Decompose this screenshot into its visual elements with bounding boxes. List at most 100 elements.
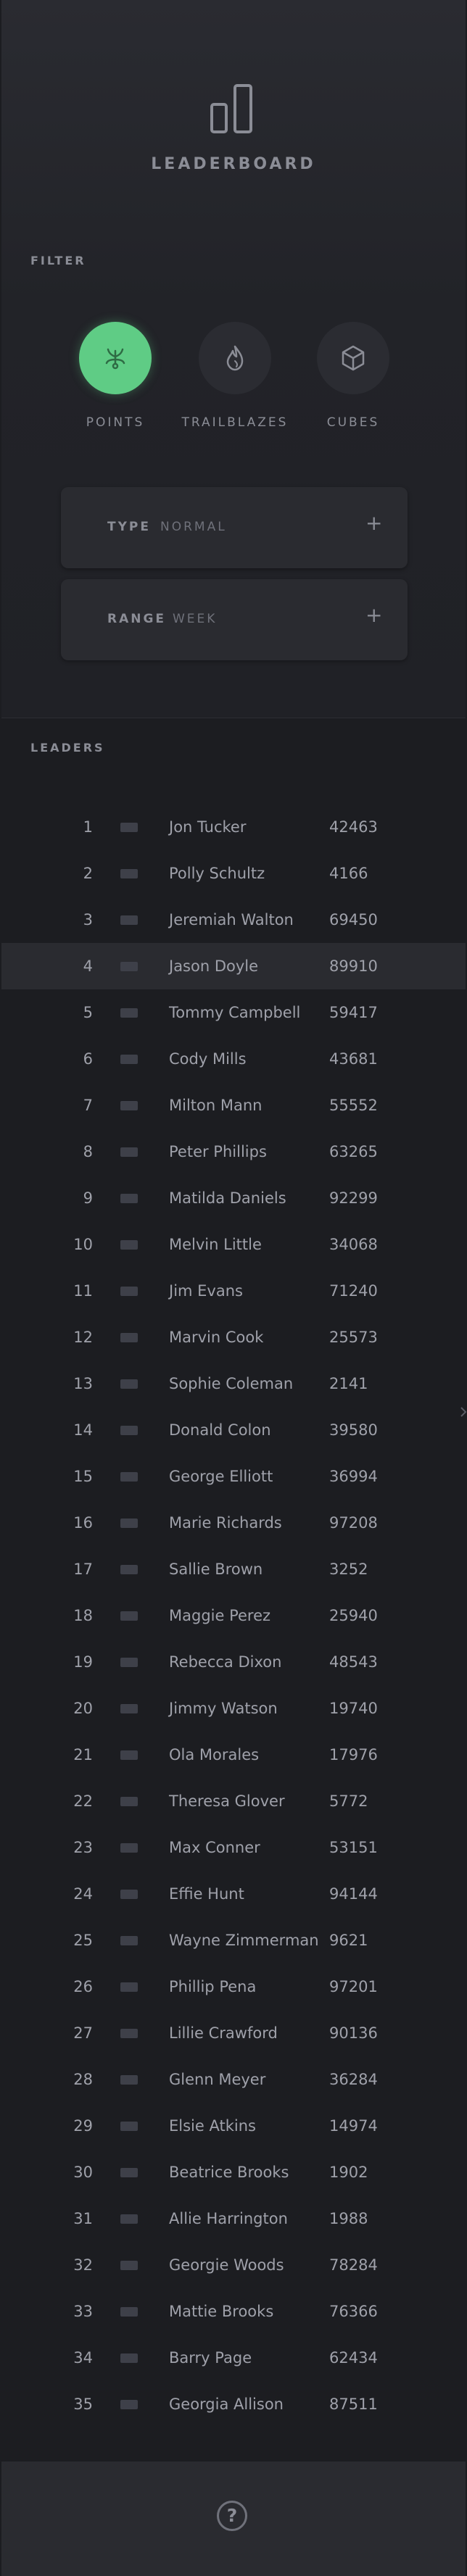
leader-row[interactable]: 1 Jon Tucker 42463 (1, 804, 466, 850)
leader-row[interactable]: 2 Polly Schultz 4166 (1, 850, 466, 897)
leader-name: Barry Page (169, 2349, 252, 2367)
leader-row[interactable]: 27 Lillie Crawford 90136 (1, 2010, 466, 2056)
leader-row[interactable]: 19 Rebecca Dixon 48543 (1, 1639, 466, 1685)
leader-row[interactable]: 7 Milton Mann 55552 (1, 1082, 466, 1129)
leader-score: 42463 (329, 818, 378, 836)
sprout-icon (105, 348, 125, 370)
leader-row[interactable]: 30 Beatrice Brooks 1902 (1, 2149, 466, 2195)
leader-rank: 8 (83, 1143, 93, 1160)
leader-row[interactable]: 9 Matilda Daniels 92299 (1, 1175, 466, 1221)
leader-rank: 14 (73, 1421, 93, 1439)
leader-rank: 2 (83, 865, 93, 882)
leader-row[interactable]: 10 Melvin Little 34068 (1, 1221, 466, 1268)
leader-score: 94144 (329, 1885, 378, 1903)
leader-row[interactable]: 23 Max Conner 53151 (1, 1824, 466, 1871)
leader-rank: 33 (73, 2303, 93, 2320)
leader-avatar (120, 2029, 138, 2038)
leader-row[interactable]: 15 George Elliott 36994 (1, 1453, 466, 1500)
leader-row[interactable]: 20 Jimmy Watson 19740 (1, 1685, 466, 1732)
leader-avatar (120, 1611, 138, 1621)
leader-row[interactable]: 26 Phillip Pena 97201 (1, 1964, 466, 2010)
leader-row[interactable]: 31 Allie Harrington 1988 (1, 2195, 466, 2242)
leader-avatar (120, 2400, 138, 2409)
leader-name: George Elliott (169, 1468, 273, 1485)
leader-rank: 4 (83, 957, 93, 975)
leader-avatar (120, 2122, 138, 2131)
leader-rank: 7 (83, 1097, 93, 1114)
leader-row[interactable]: 21 Ola Morales 17976 (1, 1732, 466, 1778)
type-expand-icon[interactable]: + (365, 513, 382, 533)
filter-cubes-button[interactable] (317, 322, 389, 394)
leader-avatar (120, 2075, 138, 2085)
leader-rank: 6 (83, 1050, 93, 1068)
leader-rank: 16 (73, 1514, 93, 1532)
leader-rank: 24 (73, 1885, 93, 1903)
filter-points-button[interactable] (79, 322, 152, 394)
leader-name: Jason Doyle (169, 957, 259, 975)
leader-score: 76366 (329, 2303, 378, 2320)
leader-row[interactable]: 32 Georgie Woods 78284 (1, 2242, 466, 2288)
leader-avatar (120, 1055, 138, 1064)
leader-row[interactable]: 4 Jason Doyle 89910 (1, 943, 466, 989)
leader-score: 14974 (329, 2117, 378, 2135)
leader-rank: 12 (73, 1329, 93, 1346)
leader-row[interactable]: 5 Tommy Campbell 59417 (1, 989, 466, 1036)
leader-name: Phillip Pena (169, 1978, 257, 1995)
leader-score: 63265 (329, 1143, 378, 1160)
leader-row[interactable]: 22 Theresa Glover 5772 (1, 1778, 466, 1824)
leader-row[interactable]: 13 Sophie Coleman 2141 (1, 1360, 466, 1407)
leaderboard-app: LEADERBOARD FILTER POINTS TRAILBLAZES CU… (0, 0, 467, 2576)
range-expand-icon[interactable]: + (365, 605, 382, 626)
filter-trailblazes-button[interactable] (199, 322, 271, 394)
leader-rank: 25 (73, 1932, 93, 1949)
leader-rank: 28 (73, 2071, 93, 2088)
leader-name: Maggie Perez (169, 1607, 271, 1624)
leader-name: Rebecca Dixon (169, 1653, 282, 1671)
leader-name: Jim Evans (169, 1282, 243, 1300)
leader-score: 39580 (329, 1421, 378, 1439)
leader-avatar (120, 1565, 138, 1574)
leader-row[interactable]: 28 Glenn Meyer 36284 (1, 2056, 466, 2103)
leader-score: 36994 (329, 1468, 378, 1485)
leader-row[interactable]: 29 Elsie Atkins 14974 (1, 2103, 466, 2149)
leader-row[interactable]: 18 Maggie Perez 25940 (1, 1592, 466, 1639)
chevron-right-icon[interactable] (460, 1406, 467, 1418)
leader-row[interactable]: 34 Barry Page 62434 (1, 2335, 466, 2381)
leader-row[interactable]: 6 Cody Mills 43681 (1, 1036, 466, 1082)
leader-name: Melvin Little (169, 1236, 262, 1253)
leader-avatar (120, 1658, 138, 1667)
leader-name: Georgia Allison (169, 2396, 284, 2413)
leader-avatar (120, 1147, 138, 1157)
help-button[interactable]: ? (217, 2501, 247, 2531)
range-select[interactable]: RANGE WEEK + (61, 579, 408, 660)
type-select[interactable]: TYPE NORMAL + (61, 487, 408, 568)
leader-avatar (120, 1426, 138, 1435)
leader-score: 59417 (329, 1004, 378, 1021)
leader-row[interactable]: 17 Sallie Brown 3252 (1, 1546, 466, 1592)
leader-avatar (120, 915, 138, 925)
leader-row[interactable]: 11 Jim Evans 71240 (1, 1268, 466, 1314)
leader-row[interactable]: 14 Donald Colon 39580 (1, 1407, 466, 1453)
leader-row[interactable]: 33 Mattie Brooks 76366 (1, 2288, 466, 2335)
leader-score: 55552 (329, 1097, 378, 1114)
leader-name: Matilda Daniels (169, 1189, 286, 1207)
leader-rank: 3 (83, 911, 93, 928)
leader-row[interactable]: 24 Effie Hunt 94144 (1, 1871, 466, 1917)
filter-cubes-label: CUBES (326, 415, 380, 430)
leader-row[interactable]: 25 Wayne Zimmerman 9621 (1, 1917, 466, 1964)
leader-rank: 11 (73, 1282, 93, 1300)
leader-name: Georgie Woods (169, 2256, 284, 2274)
leader-row[interactable]: 8 Peter Phillips 63265 (1, 1129, 466, 1175)
leader-avatar (120, 1704, 138, 1713)
leader-avatar (120, 1472, 138, 1482)
filter-points-label: POINTS (86, 415, 145, 430)
leader-row[interactable]: 35 Georgia Allison 87511 (1, 2381, 466, 2427)
leader-row[interactable]: 3 Jeremiah Walton 69450 (1, 897, 466, 943)
leader-avatar (120, 1982, 138, 1992)
range-select-value: WEEK (173, 612, 218, 626)
leader-name: Tommy Campbell (169, 1004, 301, 1021)
leader-avatar (120, 2214, 138, 2224)
leader-row[interactable]: 12 Marvin Cook 25573 (1, 1314, 466, 1360)
leader-rank: 26 (73, 1978, 93, 1995)
leader-row[interactable]: 16 Marie Richards 97208 (1, 1500, 466, 1546)
